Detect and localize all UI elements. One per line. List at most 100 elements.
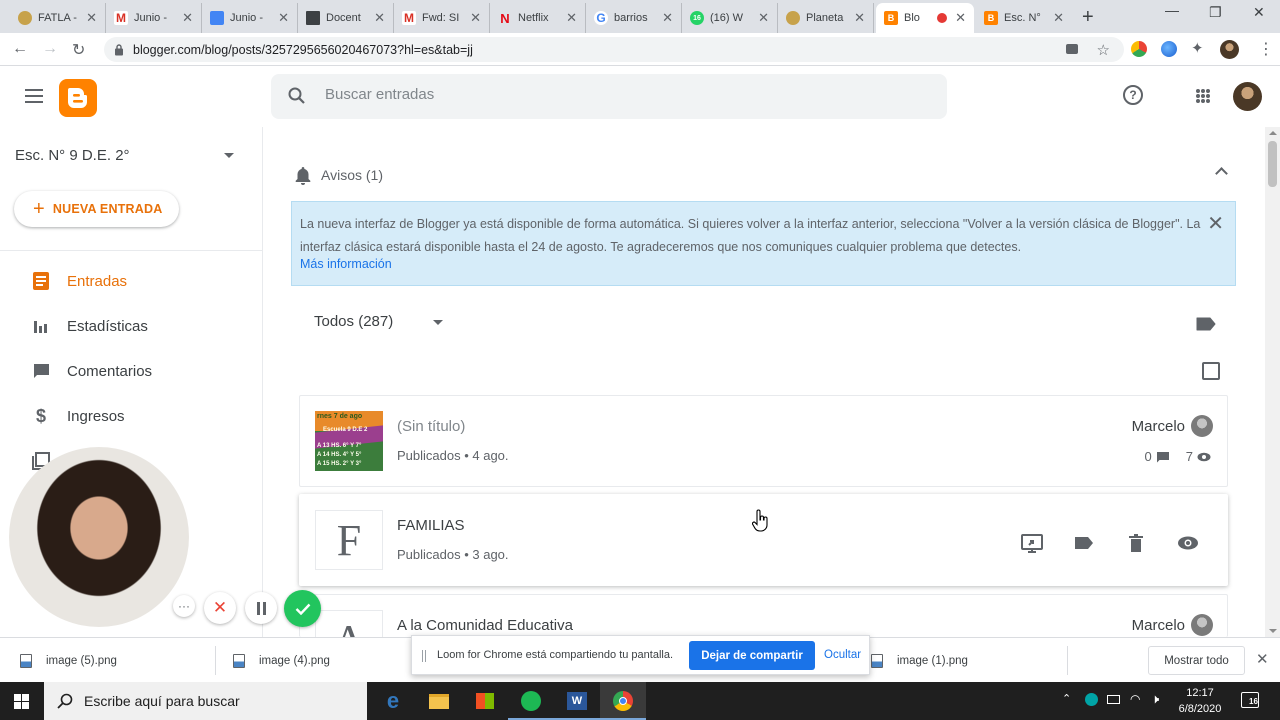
extension-chrome-icon[interactable]: [1131, 41, 1147, 57]
view-eye-icon[interactable]: [1177, 533, 1199, 553]
taskbar-explorer[interactable]: [416, 682, 462, 720]
taskbar-word[interactable]: W: [554, 682, 600, 720]
post-row[interactable]: F FAMILIAS Publicados • 3 ago.: [299, 494, 1228, 586]
help-icon[interactable]: ?: [1123, 85, 1143, 105]
extensions-puzzle-icon[interactable]: ✦: [1191, 41, 1207, 57]
search-input[interactable]: [325, 86, 885, 103]
back-icon[interactable]: ←: [12, 40, 28, 58]
blogger-logo-icon[interactable]: [59, 79, 97, 117]
trash-icon[interactable]: [1125, 533, 1147, 553]
more-options-icon[interactable]: ···: [173, 595, 195, 617]
tab-4[interactable]: Docent ✕: [298, 3, 394, 33]
close-tab-icon[interactable]: ✕: [182, 10, 193, 26]
close-tab-icon[interactable]: ✕: [758, 10, 769, 26]
tray-app-icon[interactable]: [1085, 693, 1098, 706]
show-all-button[interactable]: Mostrar todo: [1148, 646, 1245, 675]
select-all-checkbox[interactable]: [1202, 362, 1220, 380]
taskbar-spotify[interactable]: [508, 682, 554, 720]
taskbar-chrome[interactable]: [600, 682, 646, 720]
tab-6[interactable]: N Netflix ✕: [490, 3, 586, 33]
taskbar-edge[interactable]: e: [370, 682, 416, 720]
new-post-button[interactable]: + NUEVA ENTRADA: [14, 191, 179, 227]
post-row[interactable]: rnes 7 de ago Escuela 9 D.E 2 A 13 HS. 6…: [299, 395, 1228, 487]
close-tab-icon[interactable]: ✕: [374, 10, 385, 26]
tray-chevron-icon[interactable]: ⌃: [1062, 692, 1071, 705]
cancel-recording-button[interactable]: ✕: [204, 592, 236, 624]
tab-11[interactable]: B Esc. N° ✕: [976, 3, 1072, 33]
close-tab-icon[interactable]: ✕: [955, 10, 966, 26]
window-close-icon[interactable]: ✕: [1253, 4, 1265, 21]
wifi-icon[interactable]: ◠: [1130, 692, 1140, 706]
chrome-menu-icon[interactable]: ⋮: [1258, 39, 1274, 59]
sidebar-item-stats[interactable]: Estadísticas: [32, 314, 148, 338]
tab-2[interactable]: M Junio - ✕: [106, 3, 202, 33]
taskbar-clock[interactable]: 12:17 6/8/2020: [1170, 685, 1230, 717]
scroll-thumb[interactable]: [1268, 141, 1277, 187]
taskbar-search[interactable]: Escribe aquí para buscar: [44, 682, 367, 720]
profile-avatar-icon[interactable]: [1220, 40, 1239, 59]
close-tab-icon[interactable]: ✕: [470, 10, 481, 26]
close-tab-icon[interactable]: ✕: [86, 10, 97, 26]
download-item[interactable]: image (5).png: [20, 638, 117, 683]
notifications-icon[interactable]: 16: [1241, 692, 1259, 708]
share-icon[interactable]: [1021, 533, 1043, 553]
post-title[interactable]: FAMILIAS: [397, 517, 465, 534]
more-info-link[interactable]: Más información: [300, 257, 392, 271]
drag-handle-icon[interactable]: [422, 650, 426, 662]
apps-grid-icon[interactable]: [1196, 89, 1210, 103]
close-tab-icon[interactable]: ✕: [854, 10, 865, 26]
hide-button[interactable]: Ocultar: [824, 649, 861, 661]
post-title[interactable]: (Sin título): [397, 418, 465, 435]
finish-recording-button[interactable]: [284, 590, 321, 627]
page-scrollbar[interactable]: [1265, 127, 1280, 637]
close-icon[interactable]: ✕: [1256, 650, 1269, 668]
reload-icon[interactable]: ↻: [72, 40, 85, 60]
url-field[interactable]: blogger.com/blog/posts/32572956560204670…: [104, 37, 1124, 62]
battery-icon[interactable]: [1107, 695, 1120, 704]
volume-icon[interactable]: 🕨: [1151, 691, 1159, 707]
tab-8[interactable]: 16 (16) W ✕: [682, 3, 778, 33]
caret-down-icon[interactable]: [433, 320, 443, 325]
sidebar-item-posts[interactable]: Entradas: [32, 269, 127, 293]
new-tab-button[interactable]: +: [1082, 6, 1094, 29]
bookmark-star-icon[interactable]: ☆: [1097, 41, 1110, 59]
tab-1[interactable]: FATLA - ✕: [10, 3, 106, 33]
account-avatar[interactable]: [1233, 82, 1262, 111]
menu-icon[interactable]: [25, 89, 43, 103]
scroll-up-arrow-icon[interactable]: [1269, 131, 1277, 135]
tab-3[interactable]: Junio - ✕: [202, 3, 298, 33]
restore-icon[interactable]: ❐: [1209, 4, 1222, 21]
label-icon[interactable]: [1196, 317, 1216, 331]
extension-blue-icon[interactable]: [1161, 41, 1177, 57]
close-icon[interactable]: ✕: [1207, 211, 1224, 236]
close-tab-icon[interactable]: ✕: [662, 10, 673, 26]
sidebar-item-comments[interactable]: Comentarios: [32, 359, 152, 383]
label-icon[interactable]: [1073, 533, 1095, 553]
webcam-bubble[interactable]: [9, 447, 189, 627]
blog-selector[interactable]: Esc. N° 9 D.E. 2°: [15, 147, 130, 164]
close-tab-icon[interactable]: ✕: [278, 10, 289, 26]
tab-5[interactable]: M Fwd: SI ✕: [394, 3, 490, 33]
close-tab-icon[interactable]: ✕: [566, 10, 577, 26]
tab-9[interactable]: Planeta ✕: [778, 3, 874, 33]
download-item[interactable]: image (1).png: [871, 638, 968, 683]
post-title[interactable]: A la Comunidad Educativa: [397, 617, 573, 634]
download-item[interactable]: image (4).png: [233, 638, 330, 683]
chevron-up-icon[interactable]: [1215, 167, 1228, 180]
stop-sharing-button[interactable]: Dejar de compartir: [689, 641, 815, 670]
search-icon[interactable]: [287, 86, 307, 106]
caret-down-icon[interactable]: [224, 153, 234, 158]
taskbar-store[interactable]: [462, 682, 508, 720]
scroll-down-arrow-icon[interactable]: [1269, 629, 1277, 633]
post-row[interactable]: A A la Comunidad Educativa Marcelo: [299, 594, 1228, 637]
windows-start-icon[interactable]: [14, 694, 29, 709]
notices-header[interactable]: Avisos (1): [293, 165, 383, 185]
post-filter-dropdown[interactable]: Todos (287): [314, 313, 393, 330]
forward-icon[interactable]: →: [42, 40, 58, 58]
camera-icon[interactable]: [1066, 44, 1078, 54]
tab-7[interactable]: G barrios ✕: [586, 3, 682, 33]
tab-10-active[interactable]: B Blo ✕: [876, 3, 974, 33]
minimize-icon[interactable]: —: [1165, 2, 1179, 18]
sidebar-item-earnings[interactable]: $ Ingresos: [32, 404, 125, 428]
pause-recording-button[interactable]: [245, 592, 277, 624]
